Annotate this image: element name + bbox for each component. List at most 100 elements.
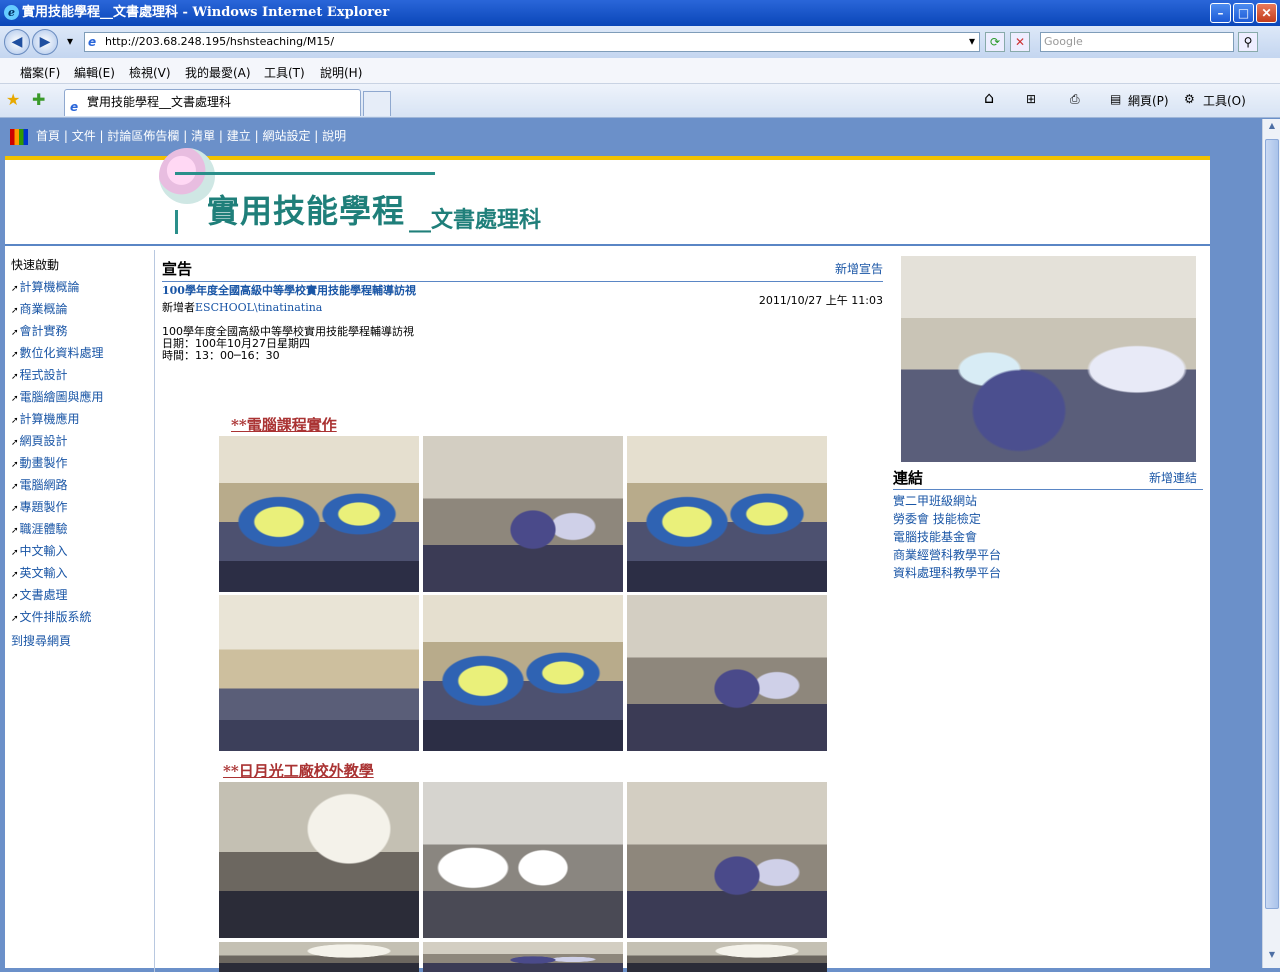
search-input[interactable]: Google xyxy=(1040,32,1234,52)
quick-link[interactable]: 英文輸入 xyxy=(11,563,151,585)
new-link-link[interactable]: 新增連結 xyxy=(1149,469,1197,486)
banner-divider xyxy=(5,244,1210,246)
section-computer-course[interactable]: **電腦課程實作 xyxy=(231,414,337,435)
nav-help[interactable]: 說明 xyxy=(322,129,346,143)
url-dropdown-icon[interactable]: ▾ xyxy=(962,32,982,52)
quick-link[interactable]: 動畫製作 xyxy=(11,453,151,475)
quick-link[interactable]: 網頁設計 xyxy=(11,431,151,453)
quick-link[interactable]: 職涯體驗 xyxy=(11,519,151,541)
nav-lists[interactable]: 清單 xyxy=(191,129,215,143)
nav-docs[interactable]: 文件 xyxy=(72,129,96,143)
gear-icon[interactable]: ⚙ xyxy=(1184,92,1195,106)
window-title: 實用技能學程__文書處理科 - Windows Internet Explore… xyxy=(22,5,390,20)
site-top-nav: 首頁 | 文件 | 討論區佈告欄 | 清單 | 建立 | 網站設定 | 說明 xyxy=(10,127,346,147)
tab-label: 實用技能學程__文書處理科 xyxy=(87,95,232,109)
announcements: 宣告 新增宣告 100學年度全國高級中等學校實用技能學程輔導訪視 新增者ESCH… xyxy=(162,258,883,362)
stop-button[interactable]: ✕ xyxy=(1010,32,1030,52)
search-page-link[interactable]: 到搜尋網頁 xyxy=(11,632,71,649)
site-page: 實用技能學程 __文書處理科 快速啟動 計算機概論 商業概論 會計實務 數位化資… xyxy=(5,148,1210,972)
page-menu-icon[interactable]: ▤ xyxy=(1110,92,1121,106)
add-favorite-icon[interactable]: ✚ xyxy=(32,90,45,109)
scroll-down-icon[interactable]: ▼ xyxy=(1265,950,1279,966)
new-tab-button[interactable] xyxy=(363,91,391,116)
announcement-date: 2011/10/27 上午 11:03 xyxy=(758,294,883,307)
scroll-up-icon[interactable]: ▲ xyxy=(1265,121,1279,137)
photo xyxy=(219,595,419,751)
menu-favorites[interactable]: 我的最愛(A) xyxy=(185,64,251,81)
photo xyxy=(423,782,623,938)
nav-site-settings[interactable]: 網站設定 xyxy=(262,129,310,143)
ie-logo-icon: e xyxy=(4,5,19,20)
quick-link[interactable]: 數位化資料處理 xyxy=(11,343,151,365)
menu-view[interactable]: 檢視(V) xyxy=(129,64,171,81)
announcement-body: 100學年度全國高級中等學校實用技能學程輔導訪視 日期：100年10月27日星期… xyxy=(162,325,414,362)
favorites-star-icon[interactable]: ★ xyxy=(6,90,20,109)
photo xyxy=(423,595,623,751)
minimize-button[interactable]: – xyxy=(1210,3,1231,23)
photo xyxy=(219,436,419,592)
scrollbar-thumb[interactable] xyxy=(1265,139,1279,909)
back-button[interactable]: ◀ xyxy=(4,29,30,55)
home-icon[interactable]: ⌂ xyxy=(984,88,994,107)
nav-create[interactable]: 建立 xyxy=(227,129,251,143)
menu-tools[interactable]: 工具(T) xyxy=(264,64,305,81)
feeds-icon[interactable]: ⊞ xyxy=(1026,92,1036,106)
tab-page-icon: e xyxy=(70,100,79,114)
tools-menu-button[interactable]: 工具(O) xyxy=(1203,92,1246,109)
quick-link[interactable]: 電腦網路 xyxy=(11,475,151,497)
print-icon[interactable]: ⎙ xyxy=(1070,92,1080,107)
photo xyxy=(627,782,827,938)
section-factory-visit[interactable]: **日月光工廠校外教學 xyxy=(223,760,374,781)
link-item[interactable]: 電腦技能基金會 xyxy=(893,528,1203,546)
photo xyxy=(423,436,623,592)
page-menu-button[interactable]: 網頁(P) xyxy=(1128,92,1169,109)
history-dropdown-icon[interactable]: ▾ xyxy=(60,32,80,52)
announcements-heading: 宣告 xyxy=(162,260,193,278)
quick-link[interactable]: 電腦繪圖與應用 xyxy=(11,387,151,409)
banner-title: 實用技能學程 xyxy=(207,192,406,230)
nav-home[interactable]: 首頁 xyxy=(36,129,60,143)
url-text: http://203.68.248.195/hshsteaching/M15/ xyxy=(105,35,335,48)
close-button[interactable]: ✕ xyxy=(1256,3,1277,23)
site-banner: 實用技能學程 __文書處理科 xyxy=(155,148,655,248)
author-link[interactable]: ESCHOOL\tinatinatina xyxy=(195,301,322,314)
url-input[interactable]: e http://203.68.248.195/hshsteaching/M15/ xyxy=(84,32,980,52)
quick-link[interactable]: 專題製作 xyxy=(11,497,151,519)
menu-bar: 檔案(F) 編輯(E) 檢視(V) 我的最愛(A) 工具(T) 說明(H) xyxy=(0,58,1280,84)
quick-link[interactable]: 程式設計 xyxy=(11,365,151,387)
photo xyxy=(627,436,827,592)
maximize-button[interactable]: □ xyxy=(1233,3,1254,23)
new-announcement-link[interactable]: 新增宣告 xyxy=(835,260,883,277)
tab-active[interactable]: e 實用技能學程__文書處理科 xyxy=(64,89,361,116)
window-titlebar: e 實用技能學程__文書處理科 - Windows Internet Explo… xyxy=(0,0,1280,26)
site-logo-icon xyxy=(10,128,28,145)
quick-link[interactable]: 計算機概論 xyxy=(11,277,151,299)
quick-link[interactable]: 文書處理 xyxy=(11,585,151,607)
quick-link[interactable]: 中文輸入 xyxy=(11,541,151,563)
quick-link[interactable]: 會計實務 xyxy=(11,321,151,343)
link-item[interactable]: 勞委會 技能檢定 xyxy=(893,510,1203,528)
quick-link[interactable]: 商業概論 xyxy=(11,299,151,321)
link-item[interactable]: 資料處理科教學平台 xyxy=(893,564,1203,582)
link-item[interactable]: 商業經營科教學平台 xyxy=(893,546,1203,564)
address-bar: ◀ ▶ ▾ e http://203.68.248.195/hshsteachin… xyxy=(0,26,1280,58)
menu-edit[interactable]: 編輯(E) xyxy=(74,64,115,81)
menu-help[interactable]: 說明(H) xyxy=(320,64,362,81)
quick-link[interactable]: 文件排版系統 xyxy=(11,607,151,629)
photo xyxy=(627,595,827,751)
quick-launch-title: 快速啟動 xyxy=(11,258,60,272)
page-viewport: 首頁 | 文件 | 討論區佈告欄 | 清單 | 建立 | 網站設定 | 說明 實… xyxy=(0,119,1262,972)
banner-subtitle: __文書處理科 xyxy=(409,207,542,233)
link-item[interactable]: 實二甲班級網站 xyxy=(893,492,1203,510)
menu-file[interactable]: 檔案(F) xyxy=(20,64,60,81)
vertical-scrollbar[interactable]: ▲ ▼ xyxy=(1262,119,1280,968)
tab-bar: ★ ✚ e 實用技能學程__文書處理科 ⌂ ⊞ ⎙ ▤ 網頁(P) ⚙ 工具(O) xyxy=(0,84,1280,118)
links-panel: 連結 新增連結 實二甲班級網站 勞委會 技能檢定 電腦技能基金會 商業經營科教學… xyxy=(893,467,1203,582)
quick-link[interactable]: 計算機應用 xyxy=(11,409,151,431)
feature-photo xyxy=(901,256,1196,462)
refresh-button[interactable]: ⟳ xyxy=(985,32,1005,52)
search-button[interactable]: ⚲ xyxy=(1238,32,1258,52)
nav-discussion[interactable]: 討論區佈告欄 xyxy=(107,129,179,143)
forward-button[interactable]: ▶ xyxy=(32,29,58,55)
page-icon: e xyxy=(88,35,97,49)
